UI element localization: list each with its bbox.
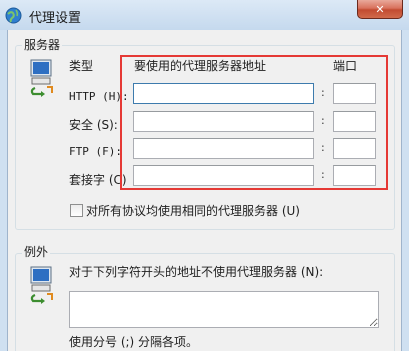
exceptions-label: 对于下列字符开头的地址不使用代理服务器 (N): [69,265,324,279]
same-proxy-label[interactable]: 对所有协议均使用相同的代理服务器 (U) [86,202,300,219]
same-proxy-checkbox[interactable] [70,204,83,217]
ftp-label: FTP (F): [69,145,122,158]
secure-label: 安全 (S): [69,118,118,132]
network-computer-icon [27,266,57,304]
exceptions-group-title: 例外 [22,243,51,260]
exceptions-hint: 使用分号 (;) 分隔各项。 [69,335,199,349]
close-icon: ✕ [375,2,385,16]
proxy-settings-icon [5,7,22,24]
socks-label: 套接字 (C) [69,173,127,187]
title-bar: 代理设置 ✕ [0,0,409,30]
annotation-highlight-box [120,55,388,190]
servers-group-title: 服务器 [22,36,63,53]
close-button[interactable]: ✕ [357,0,403,19]
network-computer-icon [27,59,57,97]
column-header-type: 类型 [69,59,94,73]
window-title: 代理设置 [29,11,82,26]
exceptions-textarea[interactable] [69,291,379,328]
